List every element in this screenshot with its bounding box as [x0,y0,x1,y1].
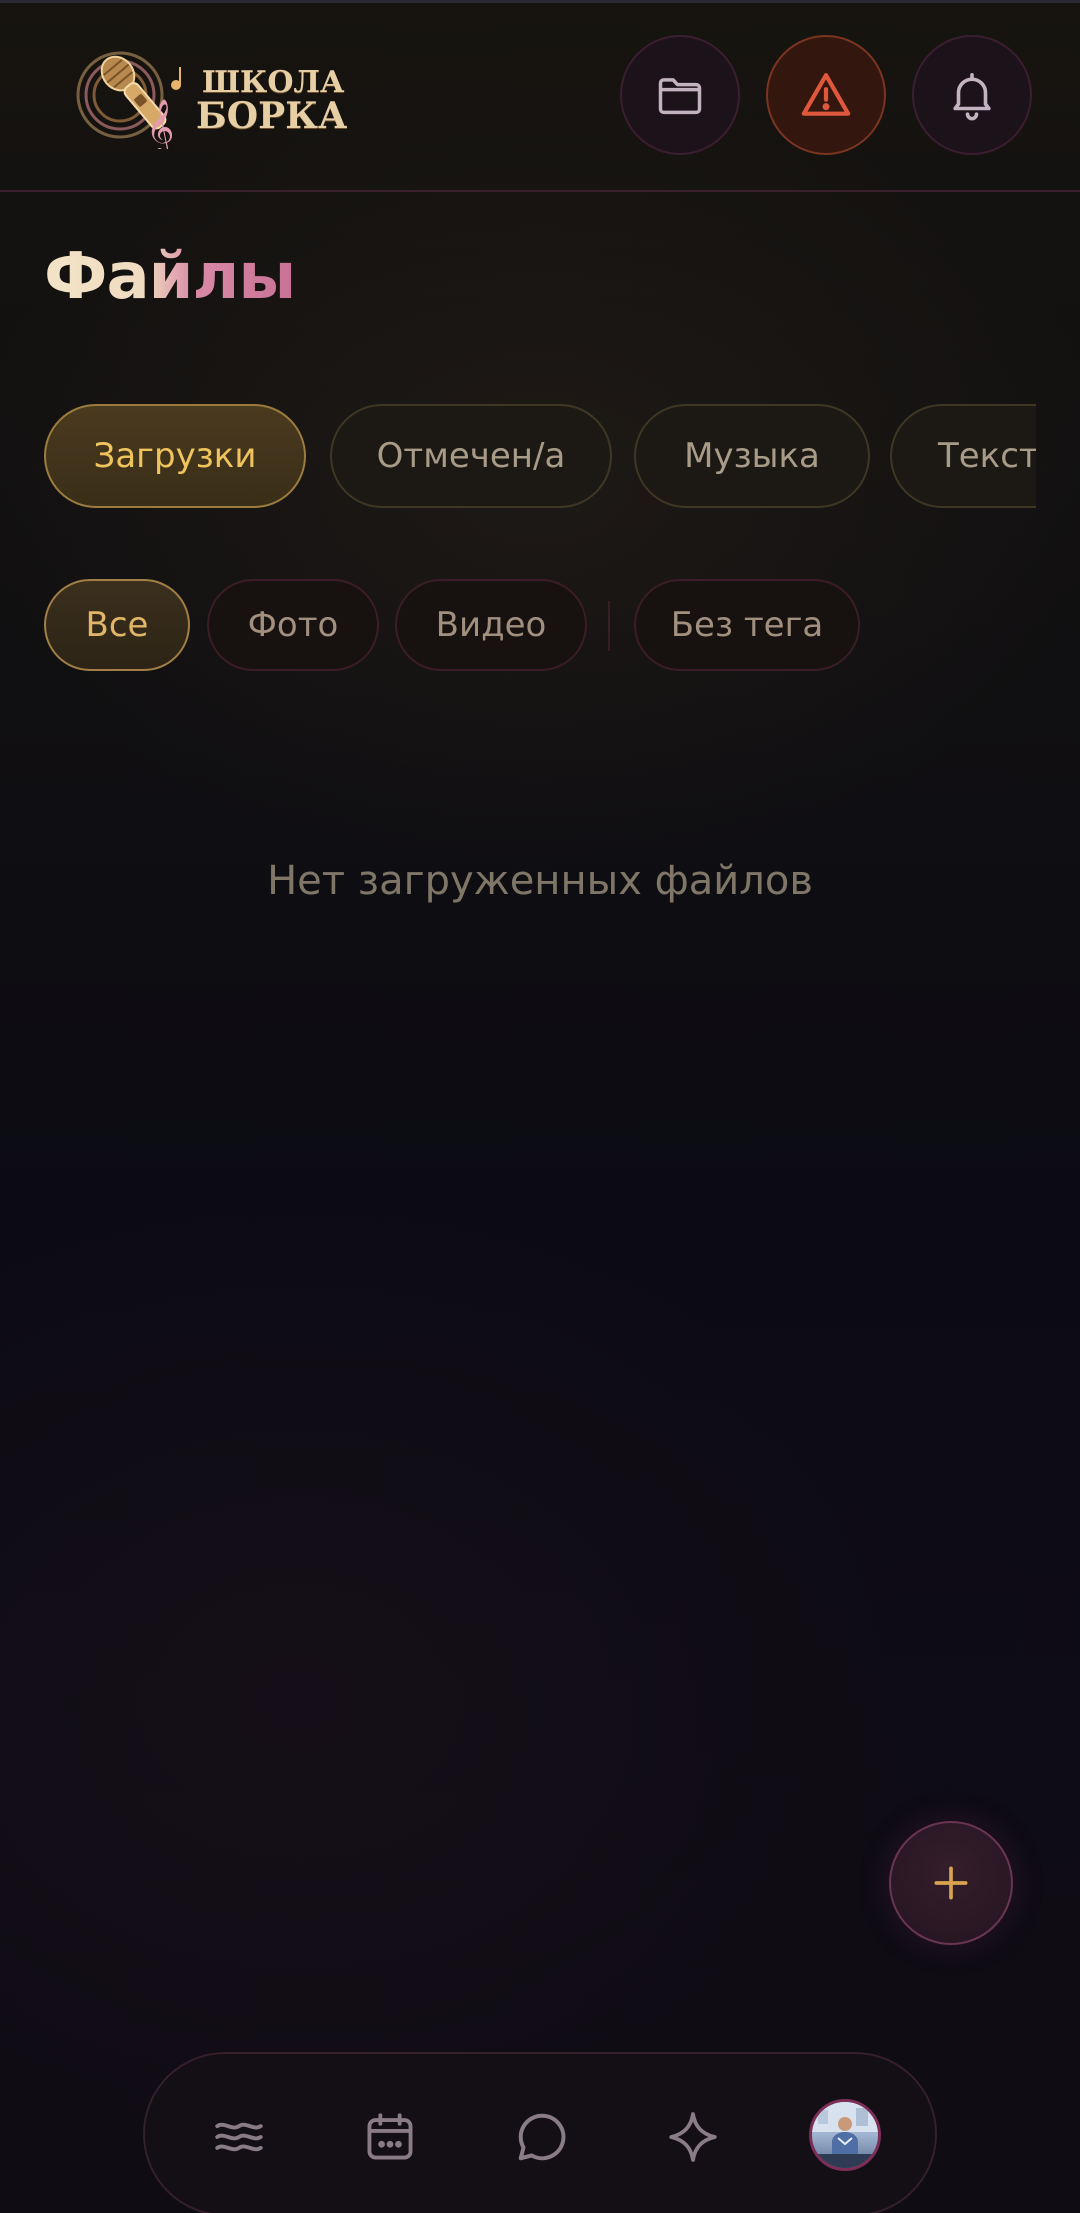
logo-text-line2: БОРКА [196,95,348,137]
tab-tagged[interactable]: Отмечен/а [330,404,612,508]
add-file-button[interactable] [889,1821,1013,1945]
svg-text:𝄞: 𝄞 [146,99,174,149]
files-screen: 𝄞 ШКОЛА БОРКА Файлы Загрузки Отмечен/а М… [0,0,1080,2213]
notifications-button[interactable] [912,35,1032,155]
nav-calendar[interactable] [355,2102,425,2172]
filter-video[interactable]: Видео [395,579,587,671]
chat-icon [518,2113,566,2161]
type-filters: Все Фото Видео Без тега [44,579,1036,673]
page-title: Файлы [44,240,296,314]
files-button[interactable] [620,35,740,155]
bottom-navigation [143,2052,937,2213]
tab-music[interactable]: Музыка [634,404,870,508]
tab-uploads[interactable]: Загрузки [44,404,306,508]
school-logo[interactable]: 𝄞 ШКОЛА БОРКА [76,45,347,155]
category-tabs: Загрузки Отмечен/а Музыка Тексты [44,404,1036,512]
nav-discover[interactable] [658,2102,728,2172]
profile-photo [812,2102,878,2168]
filter-photo[interactable]: Фото [207,579,379,671]
nav-chat[interactable] [507,2102,577,2172]
sparkle-icon [669,2112,717,2162]
folder-icon [658,78,702,115]
tab-texts[interactable]: Тексты [890,404,1036,508]
report-button[interactable] [766,35,886,155]
filter-divider [608,601,610,651]
filter-untagged[interactable]: Без тега [634,579,860,671]
microphone-logo-icon: 𝄞 [76,51,181,149]
waves-icon [215,2122,263,2152]
warning-icon [801,73,851,116]
app-header: 𝄞 ШКОЛА БОРКА [0,3,1080,192]
empty-state-text: Нет загруженных файлов [267,858,813,904]
avatar[interactable] [809,2099,881,2171]
filter-all[interactable]: Все [44,579,190,671]
calendar-icon [367,2113,413,2160]
bell-icon [953,72,991,121]
nav-feed[interactable] [204,2102,274,2172]
plus-icon [934,1866,968,1900]
